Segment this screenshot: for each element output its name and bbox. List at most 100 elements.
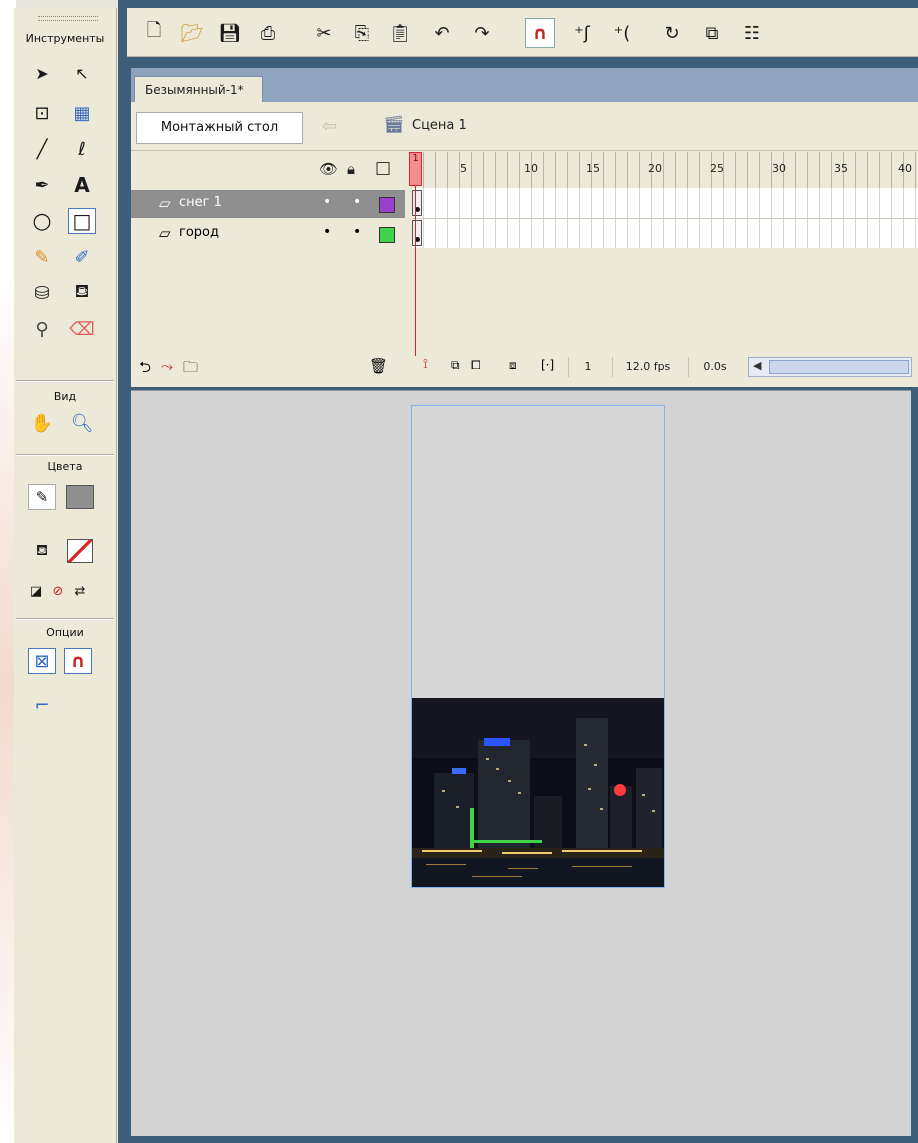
lock-dot[interactable]: • xyxy=(353,194,361,210)
back-arrow-icon[interactable]: ⇦ xyxy=(322,116,337,137)
print-icon[interactable]: ⎙ xyxy=(253,18,283,48)
scrollbar-thumb[interactable] xyxy=(769,360,909,374)
fill-color-icon[interactable]: ⛾ xyxy=(28,538,56,564)
snap-magnet-icon[interactable]: ∩ xyxy=(64,648,92,674)
zoom-tool-icon[interactable]: 🔍︎ xyxy=(68,410,96,436)
eyedropper-tool-icon[interactable]: ⚲ xyxy=(28,316,56,342)
layer-name[interactable]: снег 1 xyxy=(179,195,222,210)
line-tool-icon[interactable]: ╱ xyxy=(28,136,56,162)
pen-tool-icon[interactable]: ✒ xyxy=(28,172,56,198)
edit-multiple-frames-icon[interactable]: ⧈ xyxy=(509,358,517,373)
layer-color-swatch[interactable] xyxy=(379,227,395,243)
free-transform-tool-icon[interactable]: ⊡ xyxy=(28,100,56,126)
smooth-icon[interactable]: ⁺ʃ xyxy=(567,18,597,48)
ruler-tick: 10 xyxy=(524,162,538,175)
layer-row[interactable]: ▱ город • • xyxy=(131,220,405,248)
frame-rate[interactable]: 12.0 fps xyxy=(612,357,683,377)
ink-bottle-tool-icon[interactable]: ⛁ xyxy=(28,280,56,306)
modify-markers-icon[interactable]: [·] xyxy=(541,358,554,372)
stroke-color-icon[interactable]: ✎ xyxy=(28,484,56,510)
options-section-label: Опции xyxy=(46,626,84,639)
lasso-tool-icon[interactable]: ℓ xyxy=(68,136,96,162)
lock-all-icon[interactable]: 🔒︎ xyxy=(347,160,355,178)
subselection-tool-icon[interactable]: ↖ xyxy=(68,60,96,86)
ruler-tick: 15 xyxy=(586,162,600,175)
round-rect-radius-icon[interactable]: ⌐ xyxy=(28,692,56,718)
insert-folder-icon[interactable]: 🗀 xyxy=(183,357,198,382)
snap-magnet-toolbar-icon[interactable]: ∩ xyxy=(525,18,555,48)
show-hide-all-icon[interactable]: 👁︎ xyxy=(319,160,338,178)
layer-row[interactable]: ▱ снег 1 ✎ • • xyxy=(131,190,435,218)
add-motion-guide-icon[interactable]: ⤳ xyxy=(161,357,173,375)
current-frame: 1 xyxy=(568,357,607,377)
document-tab[interactable]: Безымянный-1* xyxy=(134,76,263,103)
panel-grip[interactable] xyxy=(38,16,98,21)
brush-tool-icon[interactable]: ✐ xyxy=(68,244,96,270)
center-frame-icon[interactable]: ⟟ xyxy=(423,357,428,372)
timeline-scrollbar[interactable]: ◀ xyxy=(748,357,912,377)
text-tool-icon[interactable]: A xyxy=(68,172,96,198)
layer-icon: ▱ xyxy=(159,224,171,242)
pencil-tool-icon[interactable]: ✎ xyxy=(28,244,56,270)
visible-dot[interactable]: • xyxy=(323,224,331,240)
city-night-image[interactable] xyxy=(412,698,664,887)
frame-row-divider xyxy=(412,218,918,219)
elapsed-time: 0.0s xyxy=(688,357,741,377)
save-icon[interactable]: 💾︎ xyxy=(215,18,245,48)
object-drawing-icon[interactable]: ⊠ xyxy=(28,648,56,674)
copy-icon[interactable]: ⎘ xyxy=(347,18,377,48)
rectangle-tool-icon[interactable]: □ xyxy=(68,208,96,234)
colors-section-label: Цвета xyxy=(47,460,83,473)
layer-icon: ▱ xyxy=(159,194,171,212)
ruler-tick: 30 xyxy=(772,162,786,175)
cut-icon[interactable]: ✂ xyxy=(309,18,339,48)
scene-label[interactable]: Сцена 1 xyxy=(412,118,467,133)
separator xyxy=(16,380,114,382)
rotate-icon[interactable]: ↻ xyxy=(657,18,687,48)
lock-dot[interactable]: • xyxy=(353,224,361,240)
tools-panel-title: Инструменты xyxy=(25,32,105,45)
swap-colors-icon[interactable]: ⇄ xyxy=(66,578,94,604)
outline-all-icon[interactable]: □ xyxy=(375,158,391,178)
redo-icon[interactable]: ↷ xyxy=(467,18,497,48)
ruler-tick: 35 xyxy=(834,162,848,175)
paint-bucket-tool-icon[interactable]: ⛾ xyxy=(68,280,96,306)
stroke-color-swatch[interactable] xyxy=(66,484,94,510)
undo-icon[interactable]: ↶ xyxy=(427,18,457,48)
visible-dot[interactable]: • xyxy=(323,194,331,210)
ruler-tick: 40 xyxy=(898,162,912,175)
insert-layer-icon[interactable]: ⮌ xyxy=(139,357,151,382)
gradient-transform-tool-icon[interactable]: ▦ xyxy=(68,100,96,126)
align-icon[interactable]: ☷ xyxy=(737,18,767,48)
scroll-left-icon[interactable]: ◀ xyxy=(753,359,761,372)
onion-outlines-icon[interactable]: ⧠ xyxy=(471,358,481,373)
view-section-label: Вид xyxy=(53,390,77,403)
onion-skin-icon[interactable]: ⧉ xyxy=(451,358,460,373)
hand-tool-icon[interactable]: ✋ xyxy=(28,410,56,436)
timeline-toggle-button[interactable]: Монтажный стол xyxy=(136,112,303,144)
ruler-tick: 25 xyxy=(710,162,724,175)
straighten-icon[interactable]: ⁺( xyxy=(607,18,637,48)
paste-icon[interactable]: 📋︎ xyxy=(385,18,415,48)
new-file-icon[interactable]: 🗋 xyxy=(139,18,169,48)
open-file-icon[interactable]: 📂︎ xyxy=(177,18,207,48)
playhead-marker[interactable]: 1 xyxy=(409,152,422,186)
scene-icon: 🎬︎ xyxy=(383,115,405,135)
ruler-tick: 5 xyxy=(460,162,467,175)
scale-icon[interactable]: ⧉ xyxy=(697,18,727,48)
separator xyxy=(16,454,114,456)
delete-layer-icon[interactable]: 🗑︎ xyxy=(369,357,388,375)
keyframe[interactable] xyxy=(412,190,422,216)
keyframe[interactable] xyxy=(412,220,422,246)
playhead-frame-label: 1 xyxy=(412,153,419,164)
eraser-tool-icon[interactable]: ⌫ xyxy=(68,316,96,342)
layer-name[interactable]: город xyxy=(179,225,219,240)
separator xyxy=(16,618,114,620)
selection-tool-icon[interactable]: ➤ xyxy=(28,60,56,86)
playhead-line xyxy=(415,186,416,356)
oval-tool-icon[interactable]: ○ xyxy=(28,208,56,234)
main-toolbar: 🗋 📂︎ 💾︎ ⎙ ✂ ⎘ 📋︎ ↶ ↷ ∩ ⁺ʃ ⁺( ↻ ⧉ ☷ xyxy=(127,8,918,57)
tools-panel: Инструменты ➤ ↖ ⊡ ▦ ╱ ℓ ✒ A ○ □ ✎ ✐ ⛁ ⛾ … xyxy=(14,8,117,1143)
fill-color-none-swatch[interactable] xyxy=(66,538,94,564)
layer-color-swatch[interactable] xyxy=(379,197,395,213)
